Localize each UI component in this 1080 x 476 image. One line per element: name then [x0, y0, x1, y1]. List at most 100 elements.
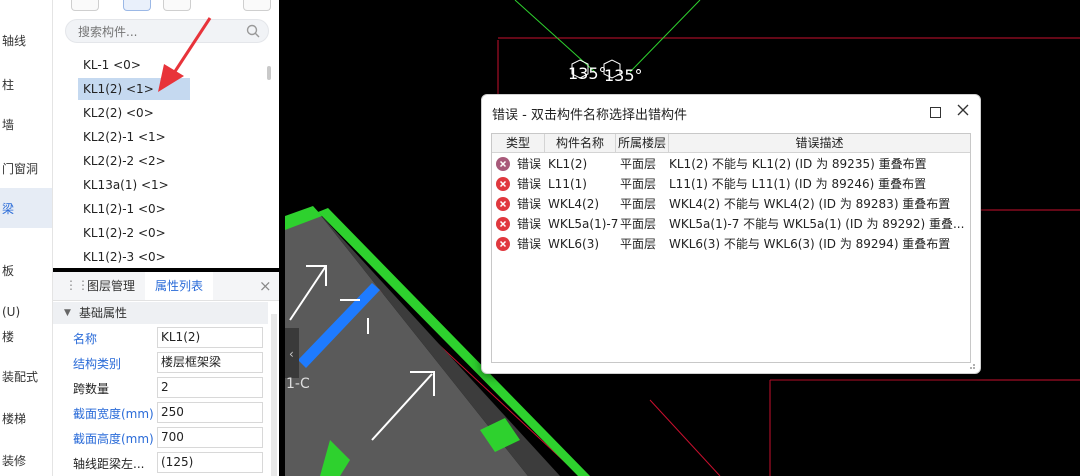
property-label: 跨数量 [73, 382, 110, 396]
angle-label-2: 135° [604, 66, 643, 85]
nav-item-5[interactable]: 板 [0, 250, 52, 290]
column-header-type[interactable]: 类型 [492, 134, 545, 153]
property-tabs: ⋮⋮ 图层管理 属性列表 × [53, 272, 279, 301]
cell-desc: WKL5a(1)-7 不能与 WKL5a(1) (ID 为 89292) 重叠.… [669, 217, 965, 231]
close-icon[interactable] [956, 103, 970, 117]
cell-name: L11(1) [548, 177, 587, 191]
nav-item-label: 梁 [2, 201, 15, 216]
property-value-field[interactable]: (125) [157, 452, 263, 473]
list-item[interactable]: KL1(2)-1 <0> [78, 198, 190, 220]
table-row[interactable]: 错误 L11(1) 平面层 L11(1) 不能与 L11(1) (ID 为 89246… [492, 174, 970, 194]
nav-item-10[interactable]: 装修 [0, 440, 52, 476]
nav-item-1[interactable]: 柱 [0, 64, 52, 104]
error-icon [496, 197, 510, 211]
property-value-field[interactable]: 2 [157, 377, 263, 398]
list-item[interactable]: KL1(2)-3 <0> [78, 246, 190, 268]
cell-desc: L11(1) 不能与 L11(1) (ID 为 89246) 重叠布置 [669, 177, 927, 191]
property-row: 名称 KL1(2) [53, 326, 268, 350]
nav-item-8[interactable]: 装配式 [0, 356, 52, 396]
list-item[interactable]: KL2(2)-1 <1> [78, 126, 190, 148]
cell-type: 错误 [517, 177, 542, 191]
table-row[interactable]: 错误 WKL5a(1)-7 平面层 WKL5a(1)-7 不能与 WKL5a(1) (… [492, 214, 970, 234]
nav-item-7[interactable]: 楼 [0, 316, 52, 356]
nav-item-4[interactable]: 梁 [0, 188, 52, 228]
property-label: 轴线距梁左... [73, 457, 145, 471]
property-row: 截面宽度(mm) 250 [53, 401, 268, 425]
left-nav: 轴线 柱墙门窗洞梁板 (U) 楼装配式 楼梯 装修 [0, 0, 53, 476]
error-icon [496, 217, 510, 231]
cell-name: WKL4(2) [548, 197, 600, 211]
list-item[interactable]: KL2(2) <0> [78, 102, 190, 124]
list-item[interactable]: KL1(2)-2 <0> [78, 222, 190, 244]
property-label: 截面高度(mm) [73, 432, 154, 446]
property-panel: ⋮⋮ 图层管理 属性列表 × ▼ 基础属性 名称 KL1(2) 结构类别 楼层框架梁跨… [53, 272, 279, 476]
table-row[interactable]: 错误 WKL4(2) 平面层 WKL4(2) 不能与 WKL4(2) (ID 为 89… [492, 194, 970, 214]
property-label: 结构类别 [73, 357, 122, 371]
group-title: 基础属性 [79, 306, 128, 320]
property-value-field[interactable]: 250 [157, 402, 263, 423]
nav-item-label: 楼 [2, 329, 15, 344]
property-row: 结构类别 楼层框架梁 [53, 351, 268, 375]
annotation-arrow-icon [158, 17, 212, 92]
nav-item-label: 门窗洞 [2, 161, 39, 176]
nav-item-label: 轴线 [2, 33, 27, 48]
svg-text:‹: ‹ [289, 347, 294, 361]
dialog-title: 错误 - 双击构件名称选择出错构件 [492, 108, 687, 123]
property-value-field[interactable]: KL1(2) [157, 327, 263, 348]
cell-floor: 平面层 [620, 197, 657, 211]
cell-name: KL1(2) [548, 157, 588, 171]
cell-type: 错误 [517, 217, 542, 231]
cell-type: 错误 [517, 157, 542, 171]
error-icon [496, 157, 510, 171]
nav-item-label: 装配式 [2, 369, 39, 384]
column-header-desc[interactable]: 错误描述 [669, 134, 970, 153]
nav-item-label: 装修 [2, 453, 27, 468]
angle-label-1: 135° [568, 64, 607, 83]
collapse-icon: ▼ [64, 308, 71, 318]
property-label: 名称 [73, 332, 98, 346]
maximize-icon[interactable] [930, 107, 941, 118]
cell-type: 错误 [517, 197, 542, 211]
error-icon [496, 177, 510, 191]
nav-item-9[interactable]: 楼梯 [0, 398, 52, 438]
table-row[interactable]: 错误 WKL6(3) 平面层 WKL6(3) 不能与 WKL6(3) (ID 为 89… [492, 234, 970, 254]
property-label: 截面宽度(mm) [73, 407, 154, 421]
cell-floor: 平面层 [620, 237, 657, 251]
tab-layer-management[interactable]: 图层管理 [79, 272, 143, 300]
cell-name: WKL5a(1)-7 [548, 217, 618, 231]
axis-label: 1-C [286, 376, 310, 392]
table-row[interactable]: 错误 KL1(2) 平面层 KL1(2) 不能与 KL1(2) (ID 为 89235… [492, 154, 970, 174]
cell-desc: KL1(2) 不能与 KL1(2) (ID 为 89235) 重叠布置 [669, 157, 927, 171]
nav-item-label: 柱 [2, 77, 15, 92]
list-scrollbar[interactable] [267, 66, 271, 80]
group-header[interactable]: ▼ 基础属性 [53, 302, 268, 324]
nav-item-2[interactable]: 墙 [0, 104, 52, 144]
error-dialog: 错误 - 双击构件名称选择出错构件 类型 构件名称 所属楼层 错误描述 错误 KL… [481, 94, 981, 374]
cell-floor: 平面层 [620, 217, 657, 231]
nav-item-label: 楼梯 [2, 411, 27, 426]
error-icon [496, 237, 510, 251]
property-row: 截面高度(mm) 700 [53, 426, 268, 450]
cell-desc: WKL4(2) 不能与 WKL4(2) (ID 为 89283) 重叠布置 [669, 197, 951, 211]
cell-name: WKL6(3) [548, 237, 600, 251]
resize-grip-icon[interactable] [966, 362, 976, 370]
column-header-floor[interactable]: 所属楼层 [616, 134, 669, 153]
cell-floor: 平面层 [620, 157, 657, 171]
property-scrollbar[interactable] [271, 314, 277, 476]
property-row: 轴线距梁左... (125) [53, 451, 268, 475]
tab-property-list[interactable]: 属性列表 [145, 272, 213, 300]
cell-floor: 平面层 [620, 177, 657, 191]
list-item[interactable]: KL13a(1) <1> [78, 174, 190, 196]
nav-item-label: 板 [2, 263, 15, 278]
nav-item-label: 墙 [2, 117, 15, 132]
cell-desc: WKL6(3) 不能与 WKL6(3) (ID 为 89294) 重叠布置 [669, 237, 951, 251]
nav-item-3[interactable]: 门窗洞 [0, 148, 52, 188]
close-icon[interactable]: × [259, 277, 272, 295]
nav-item-0[interactable]: 轴线 [0, 20, 52, 60]
property-value-field[interactable]: 楼层框架梁 [157, 352, 263, 373]
property-row: 跨数量 2 [53, 376, 268, 400]
property-value-field[interactable]: 700 [157, 427, 263, 448]
column-header-name[interactable]: 构件名称 [545, 134, 616, 153]
cell-type: 错误 [517, 237, 542, 251]
list-item[interactable]: KL2(2)-2 <2> [78, 150, 190, 172]
